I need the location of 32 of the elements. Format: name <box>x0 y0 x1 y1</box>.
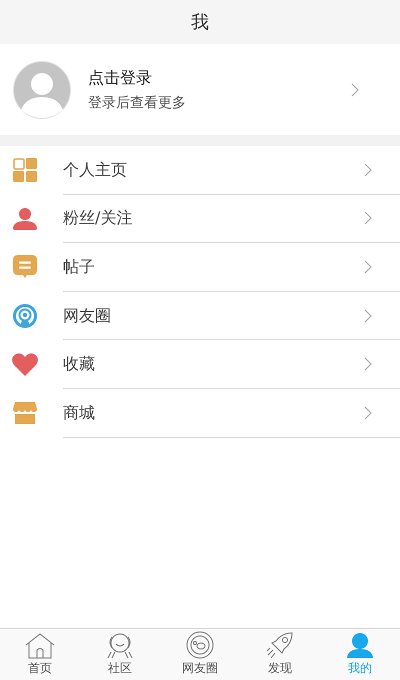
figure-icon <box>106 632 134 659</box>
chevron-icon <box>364 308 372 323</box>
chevron-icon <box>364 357 372 372</box>
login-title: 点击登录 <box>88 66 153 88</box>
house-icon <box>25 633 55 659</box>
heart-icon <box>12 353 38 376</box>
store-icon <box>13 402 37 424</box>
page-title: 我 <box>191 10 209 34</box>
menu-label: 帖子 <box>63 256 96 278</box>
menu-label: 收藏 <box>63 353 96 376</box>
tab-item[interactable]: 发现 <box>240 629 320 680</box>
tab-item[interactable]: 网友圈 <box>160 629 240 680</box>
message-icon <box>13 255 37 280</box>
chevron-icon <box>364 260 372 274</box>
menu-label: 粉丝/关注 <box>63 207 134 230</box>
login-hint: 登录后查看更多 <box>88 94 187 112</box>
tab-item[interactable]: 社区 <box>80 629 160 680</box>
grid-icon <box>13 158 37 182</box>
orbit-icon <box>186 631 214 659</box>
menu-label: 个人主页 <box>63 158 128 181</box>
menu-label: 商城 <box>63 402 96 424</box>
broadcast-icon <box>13 304 37 328</box>
person-icon <box>347 633 373 659</box>
person-icon <box>13 208 37 230</box>
chevron-icon <box>351 82 359 96</box>
chevron-icon <box>364 211 372 226</box>
tab-item[interactable]: 首页 <box>0 629 80 680</box>
chevron-icon <box>364 406 372 420</box>
menu-label: 网友圈 <box>63 304 112 327</box>
avatar-icon <box>13 60 71 118</box>
chevron-icon <box>364 162 372 177</box>
rocket-icon <box>266 631 294 659</box>
